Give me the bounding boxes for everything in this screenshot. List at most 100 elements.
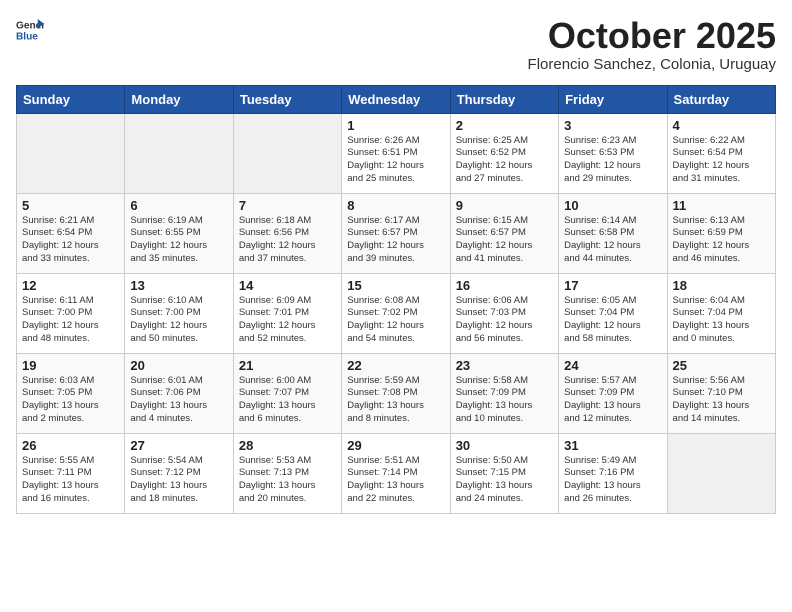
month-title: October 2025 <box>528 16 776 56</box>
day-number: 12 <box>22 278 119 293</box>
weekday-header-wednesday: Wednesday <box>342 85 450 113</box>
calendar-week-row: 12Sunrise: 6:11 AM Sunset: 7:00 PM Dayli… <box>17 273 776 353</box>
day-info: Sunrise: 6:01 AM Sunset: 7:06 PM Dayligh… <box>130 375 227 426</box>
day-number: 3 <box>564 118 661 133</box>
calendar-cell: 29Sunrise: 5:51 AM Sunset: 7:14 PM Dayli… <box>342 433 450 513</box>
calendar-cell: 31 Sunrise: 5:49 AM Sunset: 7:16 PM Dayli… <box>559 433 667 513</box>
location-subtitle: Florencio Sanchez, Colonia, Uruguay <box>528 56 776 73</box>
day-info: Sunrise: 5:56 AM Sunset: 7:10 PM Dayligh… <box>673 375 770 426</box>
calendar-cell: 20 Sunrise: 6:01 AM Sunset: 7:06 PM Dayli… <box>125 353 233 433</box>
day-info: Sunrise: 5:59 AM Sunset: 7:08 PM Dayligh… <box>347 375 444 426</box>
day-info: Sunrise: 6:10 AM Sunset: 7:00 PM Dayligh… <box>130 295 227 346</box>
day-number: 20 <box>130 358 227 373</box>
day-info: Sunrise: 6:23 AM Sunset: 6:53 PM Dayligh… <box>564 135 661 186</box>
svg-text:Blue: Blue <box>16 31 38 42</box>
day-number: 8 <box>347 198 444 213</box>
day-number: 24 <box>564 358 661 373</box>
calendar-table: SundayMondayTuesdayWednesdayThursdayFrid… <box>16 85 776 514</box>
calendar-cell: 6 Sunrise: 6:19 AM Sunset: 6:55 PM Daylig… <box>125 193 233 273</box>
day-info: Sunrise: 5:49 AM Sunset: 7:16 PM Dayligh… <box>564 455 661 506</box>
day-number: 13 <box>130 278 227 293</box>
day-number: 21 <box>239 358 336 373</box>
day-number: 4 <box>673 118 770 133</box>
day-number: 22 <box>347 358 444 373</box>
day-info: Sunrise: 6:19 AM Sunset: 6:55 PM Dayligh… <box>130 215 227 266</box>
calendar-cell: 17 Sunrise: 6:05 AM Sunset: 7:04 PM Dayli… <box>559 273 667 353</box>
day-info: Sunrise: 6:13 AM Sunset: 6:59 PM Dayligh… <box>673 215 770 266</box>
logo-icon: General Blue <box>16 16 44 44</box>
calendar-cell: 15Sunrise: 6:08 AM Sunset: 7:02 PM Dayli… <box>342 273 450 353</box>
day-number: 19 <box>22 358 119 373</box>
day-info: Sunrise: 6:00 AM Sunset: 7:07 PM Dayligh… <box>239 375 336 426</box>
calendar-cell: 16 Sunrise: 6:06 AM Sunset: 7:03 PM Dayli… <box>450 273 558 353</box>
calendar-cell: 13 Sunrise: 6:10 AM Sunset: 7:00 PM Dayli… <box>125 273 233 353</box>
calendar-cell <box>667 433 775 513</box>
calendar-week-row: 26Sunrise: 5:55 AM Sunset: 7:11 PM Dayli… <box>17 433 776 513</box>
day-info: Sunrise: 6:17 AM Sunset: 6:57 PM Dayligh… <box>347 215 444 266</box>
calendar-cell: 14Sunrise: 6:09 AM Sunset: 7:01 PM Dayli… <box>233 273 341 353</box>
day-number: 31 <box>564 438 661 453</box>
calendar-cell: 26Sunrise: 5:55 AM Sunset: 7:11 PM Dayli… <box>17 433 125 513</box>
weekday-header-row: SundayMondayTuesdayWednesdayThursdayFrid… <box>17 85 776 113</box>
day-info: Sunrise: 6:21 AM Sunset: 6:54 PM Dayligh… <box>22 215 119 266</box>
day-number: 25 <box>673 358 770 373</box>
calendar-cell: 2 Sunrise: 6:25 AM Sunset: 6:52 PM Daylig… <box>450 113 558 193</box>
day-info: Sunrise: 5:58 AM Sunset: 7:09 PM Dayligh… <box>456 375 553 426</box>
day-number: 6 <box>130 198 227 213</box>
calendar-cell: 5 Sunrise: 6:21 AM Sunset: 6:54 PM Daylig… <box>17 193 125 273</box>
calendar-cell: 23 Sunrise: 5:58 AM Sunset: 7:09 PM Dayli… <box>450 353 558 433</box>
calendar-cell: 28Sunrise: 5:53 AM Sunset: 7:13 PM Dayli… <box>233 433 341 513</box>
day-info: Sunrise: 6:03 AM Sunset: 7:05 PM Dayligh… <box>22 375 119 426</box>
day-info: Sunrise: 6:06 AM Sunset: 7:03 PM Dayligh… <box>456 295 553 346</box>
calendar-cell: 25 Sunrise: 5:56 AM Sunset: 7:10 PM Dayli… <box>667 353 775 433</box>
day-info: Sunrise: 6:05 AM Sunset: 7:04 PM Dayligh… <box>564 295 661 346</box>
day-info: Sunrise: 6:25 AM Sunset: 6:52 PM Dayligh… <box>456 135 553 186</box>
logo: General Blue <box>16 16 44 44</box>
day-number: 17 <box>564 278 661 293</box>
day-info: Sunrise: 6:18 AM Sunset: 6:56 PM Dayligh… <box>239 215 336 266</box>
day-number: 18 <box>673 278 770 293</box>
weekday-header-monday: Monday <box>125 85 233 113</box>
day-info: Sunrise: 6:14 AM Sunset: 6:58 PM Dayligh… <box>564 215 661 266</box>
day-number: 29 <box>347 438 444 453</box>
day-number: 5 <box>22 198 119 213</box>
day-number: 10 <box>564 198 661 213</box>
weekday-header-friday: Friday <box>559 85 667 113</box>
calendar-cell: 27Sunrise: 5:54 AM Sunset: 7:12 PM Dayli… <box>125 433 233 513</box>
day-number: 9 <box>456 198 553 213</box>
calendar-cell: 12Sunrise: 6:11 AM Sunset: 7:00 PM Dayli… <box>17 273 125 353</box>
day-info: Sunrise: 6:26 AM Sunset: 6:51 PM Dayligh… <box>347 135 444 186</box>
calendar-cell: 7Sunrise: 6:18 AM Sunset: 6:56 PM Daylig… <box>233 193 341 273</box>
calendar-cell: 9 Sunrise: 6:15 AM Sunset: 6:57 PM Daylig… <box>450 193 558 273</box>
day-info: Sunrise: 6:22 AM Sunset: 6:54 PM Dayligh… <box>673 135 770 186</box>
calendar-cell: 11Sunrise: 6:13 AM Sunset: 6:59 PM Dayli… <box>667 193 775 273</box>
calendar-cell <box>17 113 125 193</box>
day-number: 16 <box>456 278 553 293</box>
calendar-cell: 19 Sunrise: 6:03 AM Sunset: 7:05 PM Dayli… <box>17 353 125 433</box>
weekday-header-saturday: Saturday <box>667 85 775 113</box>
day-number: 30 <box>456 438 553 453</box>
day-number: 23 <box>456 358 553 373</box>
weekday-header-sunday: Sunday <box>17 85 125 113</box>
day-info: Sunrise: 5:53 AM Sunset: 7:13 PM Dayligh… <box>239 455 336 506</box>
day-number: 27 <box>130 438 227 453</box>
calendar-cell: 24 Sunrise: 5:57 AM Sunset: 7:09 PM Dayli… <box>559 353 667 433</box>
day-info: Sunrise: 5:55 AM Sunset: 7:11 PM Dayligh… <box>22 455 119 506</box>
calendar-cell <box>233 113 341 193</box>
calendar-week-row: 5 Sunrise: 6:21 AM Sunset: 6:54 PM Daylig… <box>17 193 776 273</box>
day-number: 2 <box>456 118 553 133</box>
weekday-header-tuesday: Tuesday <box>233 85 341 113</box>
calendar-cell <box>125 113 233 193</box>
calendar-cell: 3 Sunrise: 6:23 AM Sunset: 6:53 PM Daylig… <box>559 113 667 193</box>
calendar-week-row: 1Sunrise: 6:26 AM Sunset: 6:51 PM Daylig… <box>17 113 776 193</box>
calendar-cell: 22 Sunrise: 5:59 AM Sunset: 7:08 PM Dayli… <box>342 353 450 433</box>
day-number: 15 <box>347 278 444 293</box>
day-info: Sunrise: 6:15 AM Sunset: 6:57 PM Dayligh… <box>456 215 553 266</box>
calendar-cell: 18 Sunrise: 6:04 AM Sunset: 7:04 PM Dayli… <box>667 273 775 353</box>
calendar-cell: 1Sunrise: 6:26 AM Sunset: 6:51 PM Daylig… <box>342 113 450 193</box>
day-info: Sunrise: 5:57 AM Sunset: 7:09 PM Dayligh… <box>564 375 661 426</box>
calendar-cell: 21 Sunrise: 6:00 AM Sunset: 7:07 PM Dayli… <box>233 353 341 433</box>
calendar-cell: 4 Sunrise: 6:22 AM Sunset: 6:54 PM Daylig… <box>667 113 775 193</box>
weekday-header-thursday: Thursday <box>450 85 558 113</box>
day-info: Sunrise: 6:04 AM Sunset: 7:04 PM Dayligh… <box>673 295 770 346</box>
